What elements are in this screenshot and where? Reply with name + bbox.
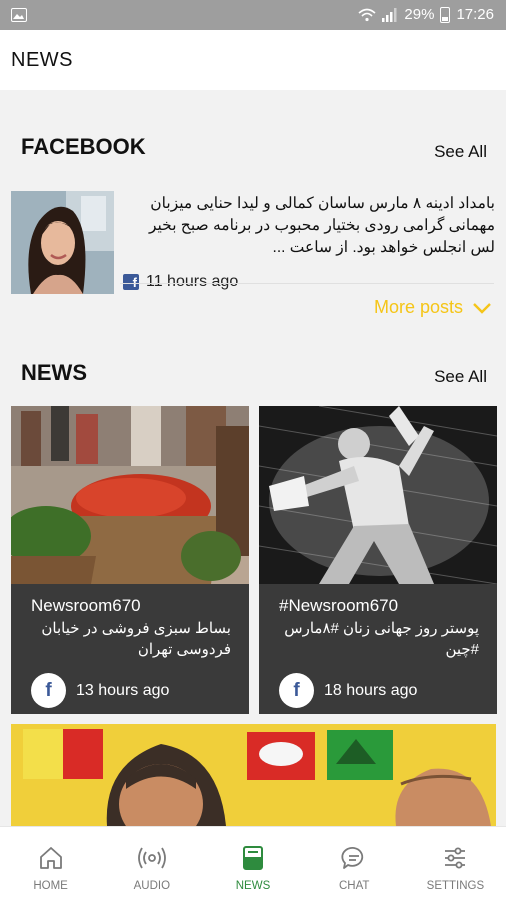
nav-home[interactable]: HOME [0, 827, 101, 900]
nav-news[interactable]: NEWS [202, 827, 303, 900]
nav-chat[interactable]: CHAT [304, 827, 405, 900]
news-author: #Newsroom670 [279, 596, 399, 615]
app-bar: NEWS [0, 30, 506, 90]
chevron-down-icon [473, 302, 491, 314]
news-author: Newsroom670 [31, 596, 141, 615]
more-posts-button[interactable]: More posts [374, 297, 492, 318]
page-title: NEWS [11, 49, 73, 71]
wifi-icon [358, 8, 376, 21]
nav-audio-label: AUDIO [133, 880, 171, 892]
news-card-poster[interactable] [11, 724, 496, 826]
battery-percent: 29% [404, 6, 435, 23]
post-meta: f 11 hours ago [123, 273, 238, 291]
facebook-icon: f [123, 274, 139, 290]
facebook-post[interactable]: بامداد ادینه ۸ مارس ساسان کمالی و لیدا ح… [11, 191, 495, 295]
nav-home-label: HOME [33, 880, 68, 892]
facebook-see-all-button[interactable]: See All [434, 142, 487, 162]
settings-sliders-icon [445, 847, 466, 869]
news-time: 18 hours ago [324, 681, 418, 699]
nav-settings[interactable]: SETTINGS [405, 827, 506, 900]
radio-icon [137, 847, 166, 869]
nav-audio[interactable]: AUDIO [101, 827, 202, 900]
bottom-navigation: HOME AUDIO NEWS CHAT SETTINGS [0, 826, 506, 900]
more-posts-label: More posts [373, 297, 463, 317]
nav-chat-label: CHAT [338, 880, 370, 892]
home-icon [39, 847, 62, 869]
news-image [259, 406, 497, 584]
signal-icon [382, 7, 397, 22]
news-time: 13 hours ago [76, 681, 170, 699]
post-text: بامداد ادینه ۸ مارس ساسان کمالی و لیدا ح… [148, 195, 495, 256]
gallery-icon [11, 8, 27, 22]
facebook-icon: f [31, 673, 66, 708]
news-meta: f 13 hours ago [31, 673, 169, 708]
news-see-all-button[interactable]: See All [434, 367, 487, 387]
news-icon [243, 846, 263, 870]
news-image [11, 406, 249, 584]
facebook-icon: f [279, 673, 314, 708]
battery-icon [440, 6, 451, 23]
status-bar: 29% 17:26 [0, 0, 506, 30]
divider [120, 283, 494, 284]
nav-news-label: NEWS [235, 880, 271, 892]
post-author-photo [11, 191, 114, 294]
chat-icon [341, 847, 364, 869]
news-card[interactable]: #Newsroom670 پوستر روز جهانی زنان #۸مارس… [259, 406, 497, 714]
news-headline: بساط سبزی فروشی در خیابان فردوسی تهران [41, 620, 231, 658]
post-time: 11 hours ago [146, 273, 239, 290]
clock: 17:26 [456, 6, 494, 23]
news-headline: پوستر روز جهانی زنان #۸مارس #چین [284, 620, 479, 658]
news-card[interactable]: Newsroom670 بساط سبزی فروشی در خیابان فر… [11, 406, 249, 714]
news-section-title: NEWS [21, 360, 87, 385]
news-meta: f 18 hours ago [279, 673, 417, 708]
nav-settings-label: SETTINGS [426, 880, 485, 892]
facebook-section-title: FACEBOOK [21, 134, 146, 159]
